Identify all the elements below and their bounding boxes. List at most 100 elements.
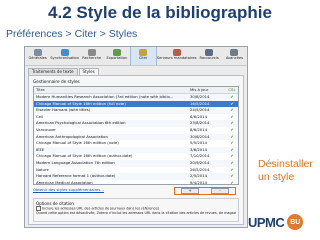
slide-title: 4.2 Style de la bibliographie [48, 3, 272, 22]
style-row[interactable]: IEEE 3/6/2014 ✔ [34, 146, 238, 154]
list-header: Titre Mis à jour CSL [34, 87, 238, 94]
column-updated[interactable]: Mis à jour [190, 87, 226, 93]
style-updated: 8/6/2014 [190, 126, 208, 132]
citation-options: Options de citation Inclure les adresses… [33, 198, 239, 222]
styles-list[interactable]: Titre Mis à jour CSL Modern Humanities R… [33, 86, 239, 185]
csl-check-icon: ✔ [230, 140, 234, 146]
preferences-dialog: Générales Synchronisation Recherche Exporta… [24, 46, 248, 228]
style-title: American Anthropological Association [36, 133, 108, 139]
csl-check-icon: ✔ [230, 126, 234, 132]
export-icon [112, 49, 121, 56]
csl-check-icon: ✔ [230, 153, 234, 159]
sync-icon [60, 49, 69, 56]
upmc-logo: UPMC BU [248, 214, 304, 230]
style-row[interactable]: Elsevier Harvard (with titles) 24/5/2014 ✔ [34, 107, 238, 114]
add-remove-highlight: + - [174, 187, 236, 195]
csl-check-icon: ✔ [230, 173, 234, 179]
tab-word-processors[interactable]: Traitements de texte [28, 68, 78, 75]
style-updated: 30/8/2014 [190, 94, 210, 99]
style-title: Harvard Reference format 1 (author-date) [36, 173, 116, 179]
toolbar-button-label: Générales [28, 56, 47, 60]
csl-check-icon: ✔ [230, 113, 234, 119]
tab-strip: Traitements de texte Styles [28, 68, 100, 75]
style-row[interactable]: Modern Language Association 7th edition 2… [34, 159, 238, 167]
style-manager-label: Gestionnaire de styles [33, 79, 80, 84]
style-row[interactable]: Nature 26/5/2014 ✔ [34, 167, 238, 174]
csl-check-icon: ✔ [230, 100, 234, 106]
csl-check-icon: ✔ [230, 133, 234, 139]
toolbar-button-label: Citer [138, 56, 148, 60]
breadcrumb: Préférences > Citer > Styles [6, 28, 138, 40]
styles-rows: Modern Humanities Research Association (… [34, 94, 238, 185]
column-csl[interactable]: CSL [226, 87, 238, 93]
gear-icon [33, 49, 42, 56]
include-urls-label: Inclure les adresses URL des articles de… [42, 206, 160, 211]
remove-style-button[interactable]: - [211, 188, 229, 194]
get-more-styles-link[interactable]: Obtenir des styles supplémentaires... [33, 187, 104, 192]
style-title: Cell [36, 113, 44, 119]
csl-check-icon: ✔ [230, 146, 234, 152]
csl-check-icon: ✔ [230, 159, 234, 165]
column-title[interactable]: Titre [34, 87, 190, 93]
uninstall-callout: Désinstaller un style [258, 158, 313, 183]
style-row[interactable]: American Medical Association 9/4/2014 ✔ [34, 179, 238, 185]
style-row[interactable]: Chicago Manual of Style 16th edition (no… [34, 140, 238, 147]
proxy-icon [172, 49, 181, 56]
style-updated: 20/9/2014 [190, 159, 210, 165]
style-updated: 16/5/2014 [190, 100, 210, 106]
toolbar-button-2[interactable]: Recherche [79, 47, 104, 65]
toolbar-button-7[interactable]: Avancées [222, 47, 247, 65]
style-updated: 23/8/2014 [190, 120, 210, 126]
style-updated: 6/6/2014 [190, 113, 208, 119]
style-row[interactable]: Harvard Reference format 1 (author-date)… [34, 173, 238, 180]
style-title: Chicago Manual of Style 16th edition (fu… [36, 100, 126, 106]
keyboard-icon [205, 49, 214, 56]
style-updated: 9/4/2014 [190, 179, 208, 185]
search-icon [87, 49, 96, 56]
toolbar-button-4[interactable]: Citer [129, 47, 157, 65]
style-row[interactable]: Chicago Manual of Style 16th edition (au… [34, 153, 238, 160]
style-title: Elsevier Harvard (with titles) [36, 107, 91, 113]
styles-panel: Gestionnaire de styles Titre Mis à jour … [28, 75, 244, 225]
csl-check-icon: ✔ [230, 179, 234, 185]
add-style-button[interactable]: + [181, 188, 199, 194]
style-title: Chicago Manual of Style 16th edition (no… [36, 140, 119, 146]
toolbar-button-3[interactable]: Exportation [104, 47, 129, 65]
style-updated: 24/5/2014 [190, 107, 210, 113]
style-title: Nature [36, 166, 49, 172]
style-title: Chicago Manual of Style 16th edition (au… [36, 153, 133, 159]
style-updated: 30/6/2014 [190, 133, 210, 139]
style-updated: 5/5/2014 [190, 140, 208, 146]
style-title: IEEE [36, 146, 45, 152]
csl-check-icon: ✔ [230, 166, 234, 172]
style-title: American Psychological Association 6th e… [36, 120, 126, 126]
style-updated: 26/5/2014 [190, 166, 210, 172]
toolbar-button-5[interactable]: Serveurs mandataires [157, 47, 196, 65]
style-updated: 2/5/2014 [190, 173, 208, 179]
toolbar-button-6[interactable]: Raccourcis [196, 47, 221, 65]
style-title: American Medical Association [36, 179, 93, 185]
quote-icon [139, 49, 148, 56]
toolbar-button-label: Synchronisation [50, 56, 80, 60]
logo-text: UPMC [248, 214, 285, 230]
include-urls-note: Quand cette option est désactivée, Zoter… [36, 211, 236, 215]
csl-check-icon: ✔ [230, 107, 234, 113]
toolbar-button-0[interactable]: Générales [25, 47, 50, 65]
toolbar-button-1[interactable]: Synchronisation [50, 47, 79, 65]
tab-styles[interactable]: Styles [78, 68, 99, 75]
style-row[interactable]: Chicago Manual of Style 16th edition (fu… [34, 100, 238, 108]
style-title: Vancouver [36, 126, 56, 132]
preferences-toolbar: Générales Synchronisation Recherche Exporta… [25, 47, 247, 66]
style-row[interactable]: American Psychological Association 6th e… [34, 120, 238, 127]
toolbar-button-label: Recherche [82, 56, 102, 60]
style-row[interactable]: Cell 6/6/2014 ✔ [34, 114, 238, 121]
toolbar-button-label: Exportation [106, 56, 128, 60]
style-row[interactable]: Modern Humanities Research Association (… [34, 94, 238, 101]
style-row[interactable]: American Anthropological Association 30/6… [34, 133, 238, 141]
logo-mark: BU [287, 214, 304, 230]
csl-check-icon: ✔ [230, 120, 234, 126]
advanced-icon [230, 49, 239, 56]
style-title: Modern Language Association 7th edition [36, 159, 115, 165]
style-updated: 7/10/2014 [190, 153, 210, 159]
style-row[interactable]: Vancouver 8/6/2014 ✔ [34, 127, 238, 134]
